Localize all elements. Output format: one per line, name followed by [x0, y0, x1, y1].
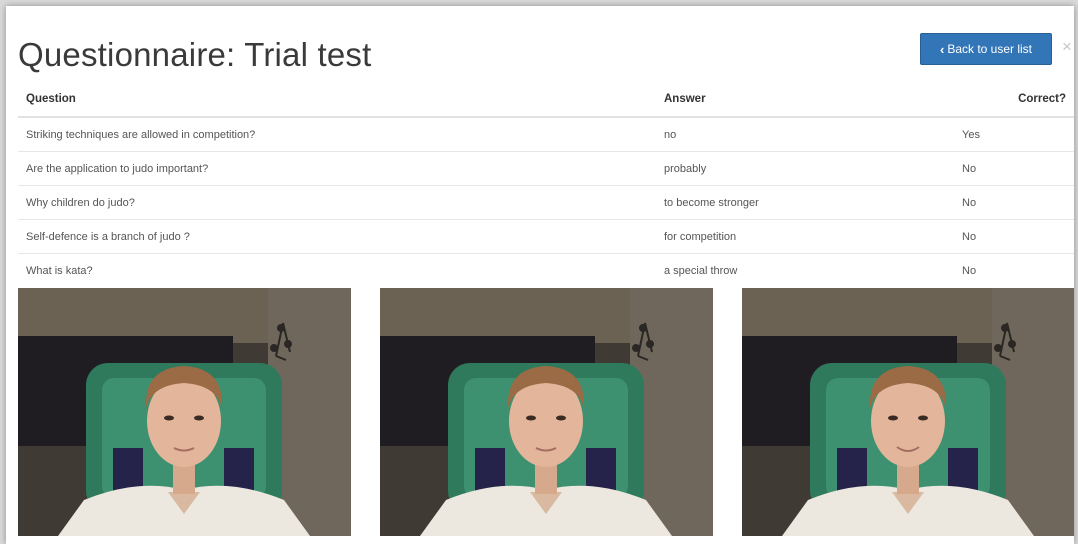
correct-cell: Yes	[954, 116, 1074, 152]
answer-cell: a special throw	[656, 253, 954, 287]
table-header-row: Question Answer Correct?	[18, 82, 1074, 118]
webcam-photo	[18, 288, 351, 536]
answers-table: Question Answer Correct? Striking techni…	[18, 82, 1074, 287]
table-row: Striking techniques are allowed in compe…	[18, 116, 1074, 152]
table-row: Are the application to judo important? p…	[18, 151, 1074, 186]
table-row: What is kata? a special throw No	[18, 253, 1074, 287]
question-cell: What is kata?	[18, 253, 656, 287]
table-row: Why children do judo? to become stronger…	[18, 185, 1074, 220]
answer-cell: for competition	[656, 219, 954, 254]
header-question: Question	[18, 82, 656, 118]
answer-cell: probably	[656, 151, 954, 186]
header-answer: Answer	[656, 82, 954, 118]
webcam-photos	[18, 288, 1074, 536]
correct-cell: No	[954, 253, 1074, 287]
question-cell: Self-defence is a branch of judo ?	[18, 219, 656, 254]
correct-cell: No	[954, 151, 1074, 186]
chevron-left-icon: ‹	[939, 41, 945, 57]
question-cell: Are the application to judo important?	[18, 151, 656, 186]
correct-cell: No	[954, 185, 1074, 220]
back-to-user-list-button[interactable]: ‹ Back to user list	[920, 33, 1052, 65]
questionnaire-modal: Questionnaire: Trial test ‹ Back to user…	[6, 6, 1074, 544]
back-button-label: Back to user list	[947, 42, 1033, 56]
table-row: Self-defence is a branch of judo ? for c…	[18, 219, 1074, 254]
correct-cell: No	[954, 219, 1074, 254]
webcam-photo	[380, 288, 713, 536]
header-correct: Correct?	[954, 82, 1074, 118]
question-cell: Striking techniques are allowed in compe…	[18, 116, 656, 152]
close-icon[interactable]: ×	[1062, 38, 1072, 55]
page-title: Questionnaire: Trial test	[18, 36, 372, 73]
answer-cell: to become stronger	[656, 185, 954, 220]
answer-cell: no	[656, 116, 954, 152]
question-cell: Why children do judo?	[18, 185, 656, 220]
webcam-photo	[742, 288, 1074, 536]
